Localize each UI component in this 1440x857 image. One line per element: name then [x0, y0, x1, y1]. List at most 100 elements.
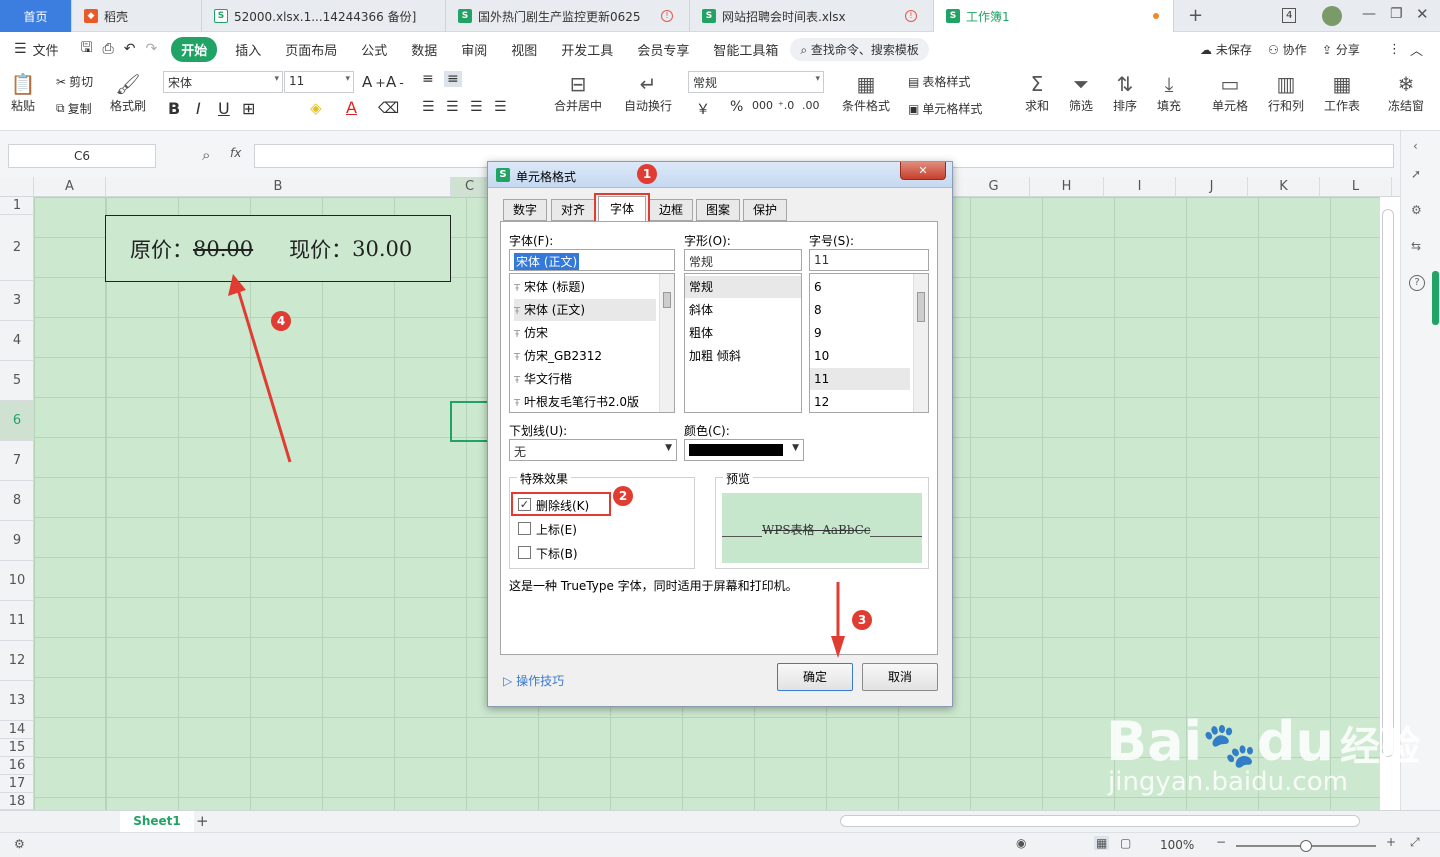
sheet-tab-sheet1[interactable]: Sheet1 [120, 811, 194, 833]
select-all-corner[interactable] [0, 177, 34, 197]
copy-button[interactable]: ⧉ 复制 [56, 100, 92, 117]
percent-icon[interactable]: % [730, 99, 743, 115]
unsaved-button[interactable]: ☁ 未保存 [1200, 41, 1252, 58]
menu-insert[interactable]: 插入 [235, 40, 261, 59]
row-header[interactable]: 18 [0, 793, 34, 810]
row-header[interactable]: 8 [0, 481, 34, 521]
clear-format-icon[interactable]: ⌫ [378, 99, 399, 117]
row-header[interactable]: 13 [0, 681, 34, 721]
tab-protection[interactable]: 保护 [743, 199, 787, 221]
macro-icon[interactable]: ⚙ [14, 837, 25, 851]
font-shrink-icon[interactable]: A- [386, 73, 404, 91]
fill-button[interactable]: ⤓ 填充 [1156, 71, 1182, 114]
sum-button[interactable]: Σ 求和 [1024, 71, 1050, 114]
horizontal-scrollbar[interactable] [840, 815, 1360, 827]
column-header[interactable]: L [1320, 177, 1392, 197]
tab-border[interactable]: 边框 [649, 199, 693, 221]
menu-start[interactable]: 开始 [171, 36, 218, 62]
tab-docer[interactable]: ◆ 稻壳 [72, 0, 202, 32]
row-header[interactable]: 7 [0, 441, 34, 481]
help-icon[interactable]: ? [1409, 275, 1425, 291]
conditional-format-button[interactable]: ▦ 条件格式 [842, 71, 890, 114]
zoom-slider-thumb[interactable] [1300, 840, 1312, 852]
paste-button[interactable]: 📋 粘贴 [10, 71, 36, 114]
list-item[interactable]: 斜体 [689, 299, 713, 321]
tab-number[interactable]: 数字 [503, 199, 547, 221]
number-format-select[interactable]: 常规 [688, 71, 824, 93]
zoom-level[interactable]: 100% [1160, 838, 1194, 852]
column-header[interactable]: H [1030, 177, 1104, 197]
column-header[interactable]: K [1248, 177, 1320, 197]
fx-icon[interactable]: fx [230, 146, 241, 160]
share-button[interactable]: ⇪ 分享 [1322, 41, 1360, 58]
table-style-button[interactable]: ▤ 表格样式 [908, 73, 970, 90]
cell-button[interactable]: ▭ 单元格 [1212, 71, 1248, 114]
selected-cell-c6[interactable] [450, 401, 490, 442]
panel-scroll-handle[interactable] [1432, 271, 1439, 325]
swap-icon[interactable]: ⇆ [1411, 239, 1421, 253]
add-sheet-icon[interactable]: + [196, 812, 209, 830]
size-list[interactable]: 6 8 9 10 11 12 [809, 273, 929, 413]
dialog-close-button[interactable]: ✕ [900, 162, 946, 180]
restore-icon[interactable]: ❐ [1390, 6, 1403, 22]
dialog-titlebar[interactable]: S 单元格格式 ✕ [488, 162, 952, 188]
row-header[interactable]: 17 [0, 775, 34, 793]
underline-icon[interactable]: U [218, 99, 230, 118]
size-input[interactable]: 11 [809, 249, 929, 271]
menu-smart-tools[interactable]: 智能工具箱 [713, 40, 778, 59]
filter-button[interactable]: ⏷ 筛选 [1068, 71, 1094, 114]
tips-link[interactable]: ▷ 操作技巧 [503, 672, 564, 689]
fullscreen-icon[interactable]: ⤢ [1410, 835, 1420, 850]
zoom-slider[interactable] [1236, 840, 1376, 852]
wrap-text-button[interactable]: ↵ 自动换行 [624, 71, 672, 114]
row-header[interactable]: 11 [0, 601, 34, 641]
collapse-ribbon-icon[interactable]: ︿ [1410, 40, 1423, 59]
row-header[interactable]: 16 [0, 757, 34, 775]
border-icon[interactable]: ⊞ [242, 99, 255, 118]
cut-button[interactable]: ✂ 剪切 [56, 73, 93, 90]
new-tab-button[interactable]: + [1188, 5, 1203, 26]
list-item[interactable]: 9 [814, 322, 822, 344]
row-header[interactable]: 2 [0, 215, 34, 281]
menu-page-layout[interactable]: 页面布局 [285, 40, 337, 59]
column-header[interactable]: G [958, 177, 1030, 197]
list-item[interactable]: 8 [814, 299, 822, 321]
row-header[interactable]: 6 [0, 401, 34, 441]
font-list[interactable]: Ŧ 宋体 (标题) Ŧ 宋体 (正文) Ŧ 仿宋 Ŧ 仿宋_GB2312 Ŧ 华… [509, 273, 675, 413]
row-header[interactable]: 15 [0, 739, 34, 757]
ok-button[interactable]: 确定 [777, 663, 853, 691]
zoom-out-icon[interactable]: − [1216, 835, 1226, 849]
minimize-icon[interactable]: — [1362, 6, 1376, 22]
list-item[interactable]: Ŧ 叶根友毛笔行书2.0版 [514, 391, 639, 412]
column-header[interactable]: A [34, 177, 106, 197]
row-col-button[interactable]: ▥ 行和列 [1268, 71, 1304, 114]
redo-icon[interactable]: ↷ [145, 41, 157, 57]
font-name-select[interactable]: 宋体 [163, 71, 283, 93]
underline-select[interactable]: 无 ▼ [509, 439, 677, 461]
list-item[interactable]: Ŧ 宋体 (标题) [514, 276, 585, 298]
superscript-checkbox[interactable] [518, 522, 531, 535]
italic-icon[interactable]: I [196, 99, 201, 118]
style-input[interactable]: 常规 [684, 249, 802, 271]
align-center-icon[interactable]: ☰ [446, 99, 459, 115]
bold-icon[interactable]: B [168, 99, 180, 118]
zoom-formula-icon[interactable]: ⌕ [202, 146, 210, 164]
tab-alignment[interactable]: 对齐 [551, 199, 595, 221]
subscript-checkbox[interactable] [518, 546, 531, 559]
align-left-icon[interactable]: ☰ [422, 99, 435, 115]
column-header[interactable]: I [1104, 177, 1176, 197]
tab-pattern[interactable]: 图案 [696, 199, 740, 221]
menu-data[interactable]: 数据 [411, 40, 437, 59]
cell-style-button[interactable]: ▣ 单元格样式 [908, 100, 982, 117]
row-header[interactable]: 12 [0, 641, 34, 681]
row-header[interactable]: 14 [0, 721, 34, 739]
list-item[interactable]: 加粗 倾斜 [689, 345, 741, 367]
currency-icon[interactable]: ￥ [696, 99, 710, 119]
list-item[interactable]: Ŧ 仿宋_GB2312 [514, 345, 602, 367]
freeze-button[interactable]: ❄ 冻结窗 [1388, 71, 1424, 114]
align-top-icon[interactable]: ≡ [422, 71, 434, 87]
font-grow-icon[interactable]: A + [362, 73, 386, 91]
color-select[interactable]: ▼ [684, 439, 804, 461]
font-size-select[interactable]: 11 [284, 71, 354, 93]
superscript-label[interactable]: 上标(E) [536, 521, 577, 538]
